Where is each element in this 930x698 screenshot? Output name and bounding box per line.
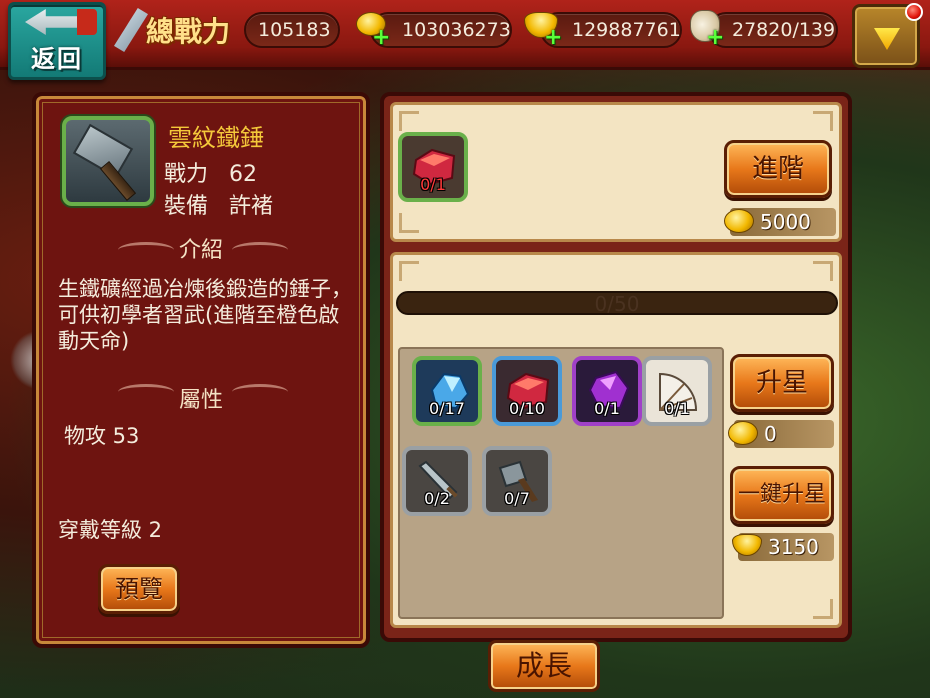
corner-ornament <box>813 261 833 281</box>
coin-value: 103036273 <box>402 19 511 41</box>
wear-level: 穿戴等級 2 <box>58 518 163 542</box>
item-power: 戰力 62 <box>164 156 257 188</box>
power-value: 62 <box>229 162 257 187</box>
back-button[interactable]: 返回 <box>8 2 106 80</box>
material-count: 0/10 <box>509 399 545 418</box>
add-ingots-icon[interactable]: + <box>544 27 562 49</box>
equip-value: 許褚 <box>229 194 274 219</box>
advance-material-count: 0/1 <box>420 175 446 194</box>
preview-button[interactable]: 預覽 <box>98 564 180 614</box>
corner-ornament <box>813 599 833 619</box>
one-key-upgrade-cost: 3150 <box>732 533 834 561</box>
upgrade-star-cost: 0 <box>728 420 834 448</box>
one-key-upgrade-button[interactable]: 一鍵升星 <box>730 466 834 524</box>
stamina-counter: 27820/139 <box>708 12 838 48</box>
material-tile[interactable]: 0/10 <box>492 356 562 426</box>
material-count: 0/7 <box>504 489 530 508</box>
stamina-value: 27820/139 <box>732 19 836 41</box>
corner-ornament <box>813 111 833 131</box>
corner-ornament <box>399 213 419 233</box>
coin-counter: 103036273 <box>370 12 512 48</box>
corner-ornament <box>399 261 419 281</box>
menu-dropdown-button[interactable] <box>852 3 923 68</box>
total-power-label: 總戰力 <box>146 15 231 48</box>
item-detail-panel: 雲紋鐵錘 戰力 62 裝備 許褚 介紹 生鐵礦經過冶煉後鍛造的錘子，可供初學者習… <box>32 92 370 648</box>
item-name: 雲紋鐵錘 <box>168 124 264 152</box>
star-progress-text: 0/50 <box>594 292 640 316</box>
add-stamina-icon[interactable]: + <box>706 27 724 49</box>
coin-icon <box>724 209 754 233</box>
power-label: 戰力 <box>164 162 209 187</box>
material-count: 0/1 <box>594 399 620 418</box>
flag-icon <box>77 9 97 35</box>
material-count: 0/2 <box>424 489 450 508</box>
material-tile[interactable]: 0/2 <box>402 446 472 516</box>
upgrade-star-cost-value: 0 <box>764 422 777 446</box>
one-key-upgrade-cost-value: 3150 <box>768 535 819 559</box>
material-tile[interactable]: 0/17 <box>412 356 482 426</box>
ingot-value: 129887761 <box>572 19 681 41</box>
advance-material-slot[interactable]: 0/1 <box>398 132 468 202</box>
back-arrow-icon <box>25 9 77 35</box>
upgrade-star-button[interactable]: 升星 <box>730 354 834 412</box>
intro-title: 介紹 <box>178 238 223 263</box>
material-tile[interactable]: 0/1 <box>572 356 642 426</box>
cloud-ornament-right-2 <box>232 384 288 400</box>
material-tile[interactable]: 0/1 <box>642 356 712 426</box>
advance-button[interactable]: 進階 <box>724 140 832 198</box>
item-icon-frame <box>62 116 154 206</box>
attr-title: 屬性 <box>178 388 223 413</box>
material-count: 0/17 <box>429 399 465 418</box>
chevron-down-icon <box>874 28 900 50</box>
material-count: 0/1 <box>664 399 690 418</box>
attack-attribute: 物攻 53 <box>64 424 140 448</box>
tab-growth[interactable]: 成長 <box>488 640 600 692</box>
notification-dot <box>905 3 923 21</box>
corner-ornament <box>399 111 419 131</box>
equip-label: 裝備 <box>164 194 209 219</box>
item-description: 生鐵礦經過冶煉後鍛造的錘子，可供初學者習武(進階至橙色啟動天命) <box>58 277 352 353</box>
advance-cost-value: 5000 <box>760 210 811 234</box>
coin-icon <box>728 421 758 445</box>
total-power-value: 105183 <box>244 12 340 48</box>
back-label: 返回 <box>31 45 83 73</box>
add-coins-icon[interactable]: + <box>372 27 390 49</box>
cloud-ornament-right <box>232 242 288 258</box>
advance-cost: 5000 <box>724 208 836 236</box>
material-tile[interactable]: 0/7 <box>482 446 552 516</box>
item-equip: 裝備 許褚 <box>164 188 273 220</box>
